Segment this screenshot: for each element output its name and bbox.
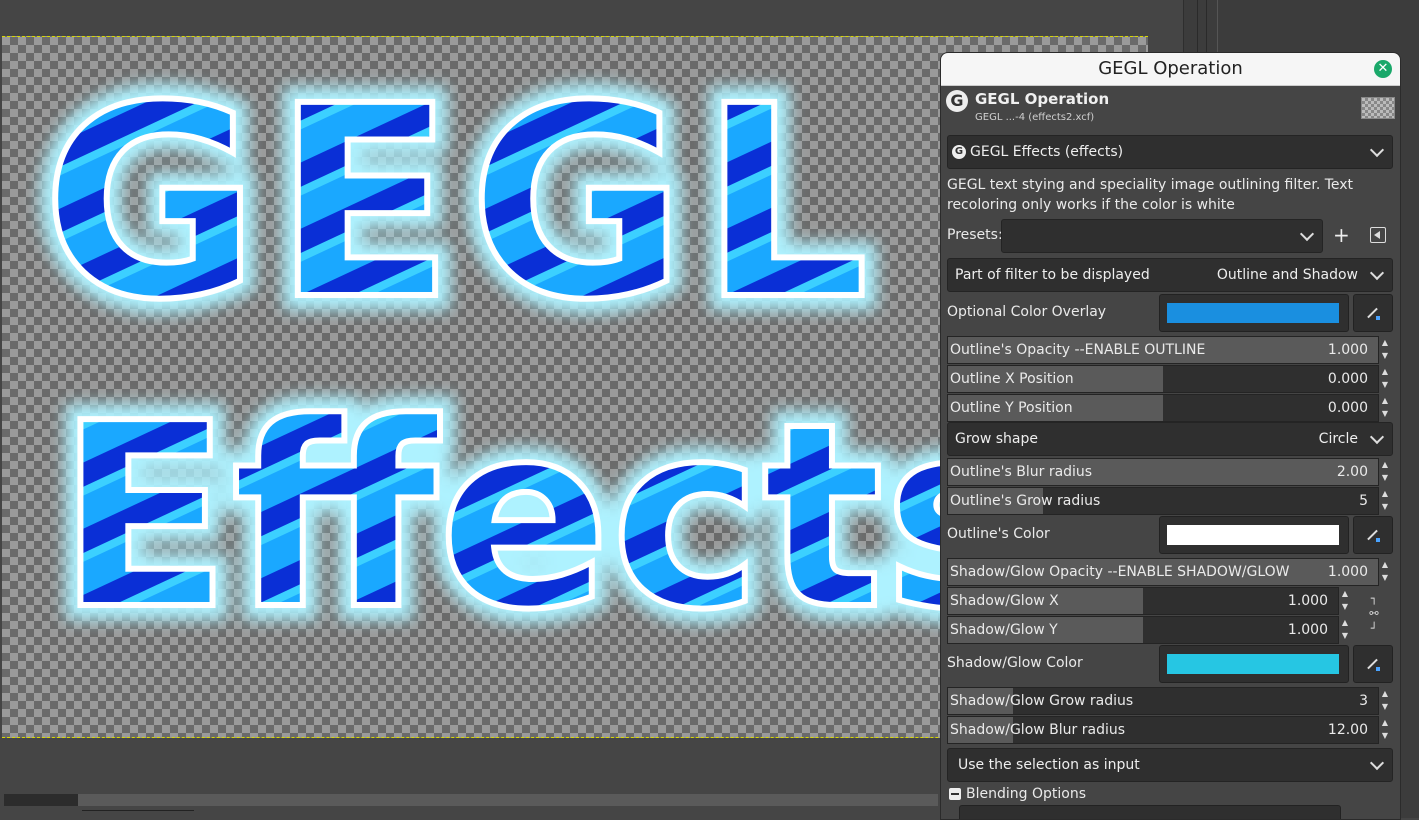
shadow-color-button[interactable]: [1159, 645, 1349, 683]
outline-grow-label: Outline's Grow radius: [950, 493, 1101, 509]
close-icon[interactable]: ✕: [1374, 60, 1392, 78]
shadow-opacity-label: Shadow/Glow Opacity --ENABLE SHADOW/GLOW: [950, 564, 1290, 580]
spin-arrows-icon[interactable]: ▲ ▼: [1379, 558, 1391, 584]
outline-grow-value: 5: [1359, 493, 1368, 509]
image-thumbnail: [1361, 97, 1395, 119]
grow-shape-value: Circle: [1318, 431, 1358, 447]
operation-description: GEGL text stying and speciality image ou…: [947, 177, 1354, 213]
gegl-logo-icon: G: [946, 90, 968, 112]
menu-icon[interactable]: [1370, 227, 1386, 243]
color-swatch: [1167, 525, 1339, 545]
text-line-1: GEGL: [42, 50, 883, 358]
part-to-display-select[interactable]: Part of filter to be displayed Outline a…: [947, 258, 1393, 292]
shadow-y-value: 1.000: [1287, 622, 1328, 638]
outline-color-label: Outline's Color: [947, 526, 1050, 542]
input-mode-label: Use the selection as input: [958, 757, 1140, 773]
outline-blur-label: Outline's Blur radius: [950, 464, 1093, 480]
grow-shape-label: Grow shape: [955, 431, 1039, 447]
chain-link-icon[interactable]: ┐ ⚯ ┘: [1367, 591, 1381, 637]
operation-select[interactable]: G GEGL Effects (effects): [947, 135, 1393, 169]
spin-arrows-icon[interactable]: ▲ ▼: [1379, 487, 1391, 513]
spin-arrows-icon[interactable]: ▲ ▼: [1379, 336, 1391, 362]
outline-color-button[interactable]: [1159, 516, 1349, 554]
presets-label: Presets:: [947, 227, 1003, 243]
shadow-x-spin[interactable]: Shadow/Glow X 1.000: [947, 587, 1339, 615]
shadow-blur-label: Shadow/Glow Blur radius: [950, 722, 1126, 738]
chevron-down-icon: [1369, 142, 1385, 158]
shadow-grow-spin[interactable]: Shadow/Glow Grow radius 3: [947, 687, 1379, 715]
part-label: Part of filter to be displayed: [955, 267, 1150, 283]
outline-y-spin[interactable]: Outline Y Position 0.000: [947, 394, 1379, 422]
text-line-2: Effects: [57, 369, 1036, 666]
shadow-y-spin[interactable]: Shadow/Glow Y 1.000: [947, 616, 1339, 644]
spin-arrows-icon[interactable]: ▲ ▼: [1379, 687, 1391, 713]
color-swatch: [1167, 654, 1339, 674]
chevron-down-icon: [1369, 755, 1385, 771]
plus-icon[interactable]: +: [1333, 223, 1350, 247]
shadow-y-label: Shadow/Glow Y: [950, 622, 1058, 638]
input-mode-select[interactable]: Use the selection as input: [947, 748, 1393, 782]
outline-opacity-spin[interactable]: Outline's Opacity --ENABLE OUTLINE 1.000: [947, 336, 1379, 364]
spin-arrows-icon[interactable]: ▲ ▼: [1339, 616, 1351, 642]
shadow-blur-spin[interactable]: Shadow/Glow Blur radius 12.00: [947, 716, 1379, 744]
outline-blur-value: 2.00: [1336, 464, 1368, 480]
shadow-opacity-spin[interactable]: Shadow/Glow Opacity --ENABLE SHADOW/GLOW…: [947, 558, 1379, 586]
chevron-down-icon: [1369, 265, 1385, 281]
gegl-operation-dialog: GEGL Operation ✕ G GEGL Operation GEGL .…: [940, 52, 1401, 820]
canvas-bottom: [0, 738, 940, 818]
shadow-x-value: 1.000: [1287, 593, 1328, 609]
outline-x-spin[interactable]: Outline X Position 0.000: [947, 365, 1379, 393]
outline-blur-spin[interactable]: Outline's Blur radius 2.00: [947, 458, 1379, 486]
grow-shape-select[interactable]: Grow shape Circle: [947, 422, 1393, 456]
shadow-grow-label: Shadow/Glow Grow radius: [950, 693, 1134, 709]
spin-arrows-icon[interactable]: ▲ ▼: [1339, 587, 1351, 613]
color-picker-button[interactable]: [1353, 645, 1393, 683]
color-swatch: [1167, 303, 1339, 323]
presets-select[interactable]: [1001, 219, 1323, 253]
chevron-down-icon: [1369, 429, 1385, 445]
shadow-x-label: Shadow/Glow X: [950, 593, 1059, 609]
gegl-logo-icon: G: [952, 145, 966, 159]
outline-opacity-label: Outline's Opacity --ENABLE OUTLINE: [950, 342, 1206, 358]
header-title: GEGL Operation: [975, 90, 1110, 108]
outline-grow-spin[interactable]: Outline's Grow radius 5: [947, 487, 1379, 515]
part-value: Outline and Shadow: [1216, 267, 1358, 283]
window-title: GEGL Operation: [1098, 58, 1243, 79]
header-subtitle: GEGL ...-4 (effects2.xcf): [975, 112, 1095, 123]
color-overlay-label: Optional Color Overlay: [947, 304, 1107, 320]
dialog-titlebar: GEGL Operation ✕: [941, 53, 1400, 86]
horizontal-scrollbar[interactable]: [4, 794, 938, 806]
color-overlay-button[interactable]: [1159, 294, 1349, 332]
spin-arrows-icon[interactable]: ▲ ▼: [1379, 365, 1391, 391]
collapse-icon[interactable]: [949, 788, 961, 800]
shadow-blur-value: 12.00: [1327, 722, 1368, 738]
outline-y-value: 0.000: [1327, 400, 1368, 416]
operation-label: GEGL Effects (effects): [970, 144, 1124, 160]
outline-y-label: Outline Y Position: [950, 400, 1073, 416]
blending-options-label: Blending Options: [966, 786, 1086, 802]
outline-opacity-value: 1.000: [1327, 342, 1368, 358]
scrollbar-thumb[interactable]: [4, 794, 78, 806]
spin-arrows-icon[interactable]: ▲ ▼: [1379, 458, 1391, 484]
shadow-opacity-value: 1.000: [1327, 564, 1368, 580]
chevron-down-icon: [1299, 226, 1315, 242]
outline-x-value: 0.000: [1327, 371, 1368, 387]
shadow-grow-value: 3: [1359, 693, 1368, 709]
spin-arrows-icon[interactable]: ▲ ▼: [1379, 716, 1391, 742]
spin-arrows-icon[interactable]: ▲ ▼: [1379, 394, 1391, 420]
image-window-top: [0, 0, 1183, 34]
color-picker-button[interactable]: [1353, 516, 1393, 554]
color-picker-button[interactable]: [1353, 294, 1393, 332]
shadow-color-label: Shadow/Glow Color: [947, 655, 1083, 671]
outline-x-label: Outline X Position: [950, 371, 1074, 387]
